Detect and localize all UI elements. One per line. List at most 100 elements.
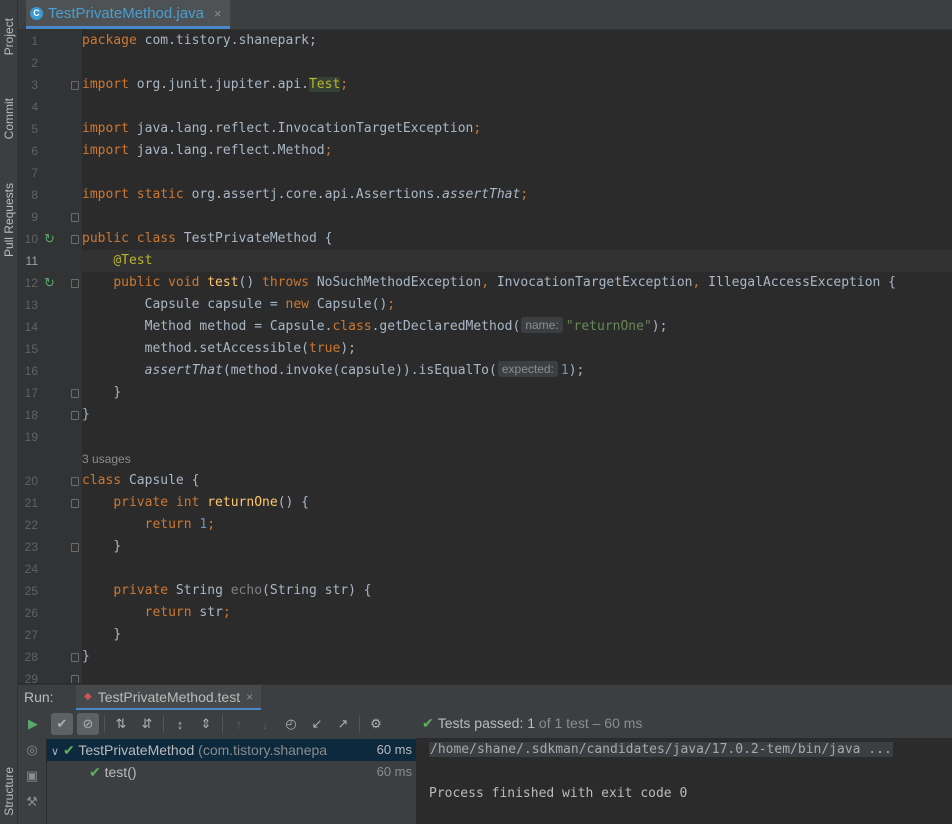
import-tests-icon[interactable]: ↙ [306, 713, 328, 735]
fold-marker-icon[interactable] [71, 543, 79, 552]
code-line: import org.junit.jupiter.api.Test; [82, 77, 349, 92]
line-number: 20 [24, 474, 38, 488]
code-line: private String echo(String str) { [113, 583, 372, 598]
line-number: 13 [24, 298, 38, 312]
editor-tab-bar: C TestPrivateMethod.java × [18, 0, 952, 30]
project-tool-tab[interactable]: Project [0, 4, 17, 70]
sort-alphabetically-icon[interactable]: ⇅ [110, 713, 132, 735]
fold-marker-icon[interactable] [71, 279, 79, 288]
chevron-down-icon[interactable]: ∨ [51, 746, 59, 758]
test-package: (com.tistory.shanepa [194, 742, 328, 758]
run-side-strip: ◎ ▣ ⚒ [18, 738, 46, 824]
test-tree-row[interactable]: ✔ test() [89, 761, 137, 783]
commit-tool-tab[interactable]: Commit [0, 86, 17, 152]
fold-marker-icon[interactable] [71, 213, 79, 222]
fold-marker-icon[interactable] [71, 653, 79, 662]
test-results-tree: ∨ ✔ TestPrivateMethod (com.tistory.shane… [47, 738, 417, 824]
code-line: } [82, 407, 90, 422]
sort-by-duration-icon[interactable]: ⇵ [136, 713, 158, 735]
fold-marker-icon[interactable] [71, 499, 79, 508]
code-line: Method method = Capsule.class.getDeclare… [144, 317, 668, 334]
toolbar-separator [104, 715, 105, 733]
close-run-tab-icon[interactable]: × [246, 690, 253, 704]
code-line: import java.lang.reflect.InvocationTarge… [82, 121, 482, 136]
fold-marker-icon[interactable] [71, 235, 79, 244]
fold-marker-icon[interactable] [71, 411, 79, 420]
line-number: 2 [31, 56, 38, 70]
parameter-hint: name: [521, 317, 563, 333]
code-line: return str; [144, 605, 231, 620]
code-line: Capsule capsule = new Capsule(); [144, 297, 396, 312]
pull-requests-tab-label: Pull Requests [1, 182, 16, 258]
test-method-name: test() [104, 764, 137, 780]
run-test-icon[interactable]: ↻ [44, 276, 58, 290]
previous-failed-icon[interactable]: ↑ [228, 713, 250, 735]
java-class-icon: C [30, 6, 43, 20]
code-line: } [113, 627, 122, 642]
fold-marker-icon[interactable] [71, 675, 79, 683]
structure-tool-tab[interactable]: Structure [0, 760, 17, 822]
test-class-name: TestPrivateMethod [78, 742, 195, 758]
check-icon: ✔ [62, 742, 75, 758]
line-number: 26 [24, 606, 38, 620]
line-number: 18 [24, 408, 38, 422]
line-number: 9 [31, 210, 38, 224]
usages-hint[interactable]: 3 usages [82, 448, 131, 470]
code-line: method.setAccessible(true); [144, 341, 356, 356]
editor-file-tab[interactable]: C TestPrivateMethod.java × [26, 0, 230, 29]
line-number: 6 [31, 144, 38, 158]
code-line: } [113, 539, 122, 554]
line-number: 25 [24, 584, 38, 598]
expand-all-icon[interactable]: ↕ [169, 713, 191, 735]
fold-marker-icon[interactable] [71, 477, 79, 486]
line-number: 21 [24, 496, 38, 510]
run-config-tab[interactable]: ◆ TestPrivateMethod.test × [76, 685, 262, 711]
pin-icon[interactable]: ◎ [24, 742, 40, 758]
line-number: 3 [31, 78, 38, 92]
line-number: 23 [24, 540, 38, 554]
run-console[interactable]: /home/shane/.sdkman/candidates/java/17.0… [417, 738, 952, 824]
next-failed-icon[interactable]: ↓ [254, 713, 276, 735]
left-tool-strip: Project Commit Pull Requests Structure [0, 0, 18, 824]
show-ignored-icon[interactable]: ⊘ [77, 713, 99, 735]
camera-icon[interactable]: ▣ [24, 768, 40, 784]
line-number: 29 [24, 672, 38, 683]
code-line: import java.lang.reflect.Method; [82, 143, 333, 158]
fold-marker-icon[interactable] [71, 81, 79, 90]
run-class-icon[interactable]: ↻ [44, 232, 58, 246]
line-number: 16 [24, 364, 38, 378]
settings-gear-icon[interactable]: ⚙ [365, 713, 387, 735]
fold-marker-icon[interactable] [71, 389, 79, 398]
line-number: 17 [24, 386, 38, 400]
line-number: 1 [31, 34, 38, 48]
line-number: 10 [24, 232, 38, 246]
test-duration: 60 ms [372, 739, 412, 761]
commit-tab-label: Commit [1, 98, 16, 140]
run-tab-name: TestPrivateMethod.test [97, 688, 241, 705]
line-number: 12 [24, 276, 38, 290]
test-duration: 60 ms [376, 764, 412, 779]
close-tab-icon[interactable]: × [214, 6, 222, 21]
line-number: 14 [24, 320, 38, 334]
history-icon[interactable]: ◴ [280, 713, 302, 735]
test-run-icon: ◆ [84, 691, 92, 702]
test-tree-row-content: ∨ ✔ TestPrivateMethod (com.tistory.shane… [51, 739, 327, 761]
wrench-icon[interactable]: ⚒ [24, 794, 40, 810]
console-command-line[interactable]: /home/shane/.sdkman/candidates/java/17.0… [429, 740, 893, 760]
structure-tab-label: Structure [1, 766, 16, 816]
collapse-all-icon[interactable]: ⇕ [195, 713, 217, 735]
rerun-icon[interactable]: ▶ [22, 713, 44, 735]
show-passed-icon[interactable]: ✔ [51, 713, 73, 735]
line-number: 24 [24, 562, 38, 576]
project-tab-label: Project [1, 18, 16, 56]
code-line: } [82, 649, 90, 664]
pull-requests-tool-tab[interactable]: Pull Requests [0, 170, 17, 270]
line-number: 5 [31, 122, 38, 136]
parameter-hint: expected: [497, 361, 558, 377]
run-label: Run: [24, 689, 54, 705]
export-tests-icon[interactable]: ↗ [332, 713, 354, 735]
check-icon: ✔ [89, 764, 101, 780]
code-line: return 1; [144, 517, 216, 532]
code-editor[interactable]: 1 2 3 4 5 6 7 8 9 10 11 12 13 14 15 16 1… [18, 30, 952, 683]
line-number: 4 [31, 100, 38, 114]
